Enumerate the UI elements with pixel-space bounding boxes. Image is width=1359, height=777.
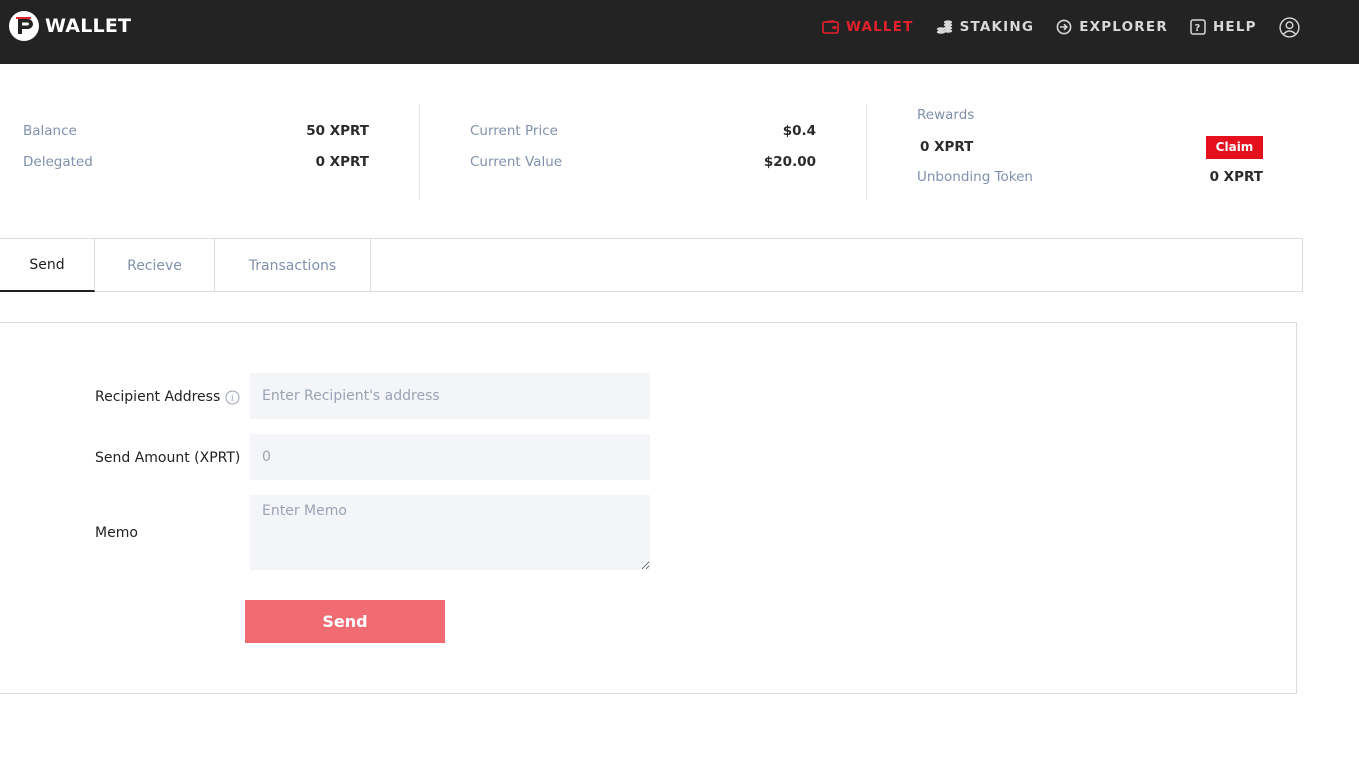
delegated-label: Delegated — [23, 154, 93, 170]
nav-wallet-label: WALLET — [846, 19, 914, 35]
rewards-column: Rewards 0 XPRT Claim Unbonding Token 0 X… — [917, 104, 1263, 200]
balance-row: Balance 50 XPRT — [23, 121, 369, 141]
svg-text:?: ? — [1194, 23, 1201, 34]
main-nav: WALLET STAKING EXPLORER ? HELP — [822, 16, 1300, 38]
stats-divider — [419, 104, 420, 200]
tab-send[interactable]: Send — [0, 239, 95, 292]
unbonding-value: 0 XPRT — [1209, 169, 1263, 185]
top-navbar: WALLET WALLET STAKING EXPLORER ? HELP — [0, 0, 1359, 64]
balance-label: Balance — [23, 123, 77, 139]
nav-explorer-label: EXPLORER — [1079, 19, 1168, 35]
help-icon: ? — [1190, 19, 1206, 35]
user-icon[interactable] — [1279, 16, 1300, 38]
delegated-value: 0 XPRT — [315, 154, 369, 170]
stats-divider — [866, 104, 867, 200]
svg-text:i: i — [231, 394, 234, 404]
persistence-logo-icon — [9, 11, 39, 41]
wallet-tabs: Send Recieve Transactions — [0, 238, 1303, 292]
recipient-address-input[interactable] — [250, 373, 650, 419]
nav-staking[interactable]: STAKING — [936, 19, 1035, 35]
send-button[interactable]: Send — [245, 600, 445, 643]
brand-name: WALLET — [45, 15, 132, 37]
rewards-value: 0 XPRT — [920, 139, 974, 155]
nav-wallet[interactable]: WALLET — [822, 19, 914, 35]
balance-value: 50 XPRT — [306, 123, 369, 139]
value-row: Current Value $20.00 — [470, 152, 816, 172]
price-row: Current Price $0.4 — [470, 121, 816, 141]
wallet-icon — [822, 20, 839, 34]
wallet-stats: Balance 50 XPRT Delegated 0 XPRT Current… — [0, 104, 1303, 200]
send-form-panel: Recipient Address i Send Amount (XPRT) M… — [0, 322, 1297, 694]
current-price-value: $0.4 — [782, 123, 816, 139]
tab-recieve[interactable]: Recieve — [95, 239, 215, 292]
memo-textarea[interactable] — [250, 495, 650, 570]
price-column: Current Price $0.4 Current Value $20.00 — [470, 104, 816, 200]
balance-column: Balance 50 XPRT Delegated 0 XPRT — [23, 104, 369, 200]
brand[interactable]: WALLET — [9, 11, 131, 41]
send-amount-label: Send Amount (XPRT) — [95, 450, 241, 466]
explorer-icon — [1056, 19, 1072, 35]
memo-label: Memo — [95, 525, 138, 541]
unbonding-row: Unbonding Token 0 XPRT — [917, 167, 1263, 187]
unbonding-label: Unbonding Token — [917, 169, 1033, 185]
rewards-row: 0 XPRT Claim — [917, 135, 1263, 159]
send-amount-input[interactable] — [250, 434, 650, 480]
info-icon[interactable]: i — [225, 390, 240, 405]
current-value-value: $20.00 — [763, 154, 816, 170]
delegated-row: Delegated 0 XPRT — [23, 152, 369, 172]
nav-help-label: HELP — [1212, 19, 1257, 35]
nav-staking-label: STAKING — [959, 19, 1035, 35]
claim-button[interactable]: Claim — [1206, 135, 1263, 159]
tab-transactions[interactable]: Transactions — [215, 239, 371, 292]
coins-icon — [936, 19, 953, 35]
nav-explorer[interactable]: EXPLORER — [1056, 19, 1168, 35]
rewards-label: Rewards — [917, 107, 975, 123]
rewards-title-row: Rewards — [917, 105, 1263, 125]
current-value-label: Current Value — [470, 154, 563, 170]
nav-help[interactable]: ? HELP — [1190, 19, 1257, 35]
current-price-label: Current Price — [470, 123, 558, 139]
recipient-address-label: Recipient Address i — [95, 385, 240, 409]
recipient-address-label-text: Recipient Address — [95, 389, 221, 405]
